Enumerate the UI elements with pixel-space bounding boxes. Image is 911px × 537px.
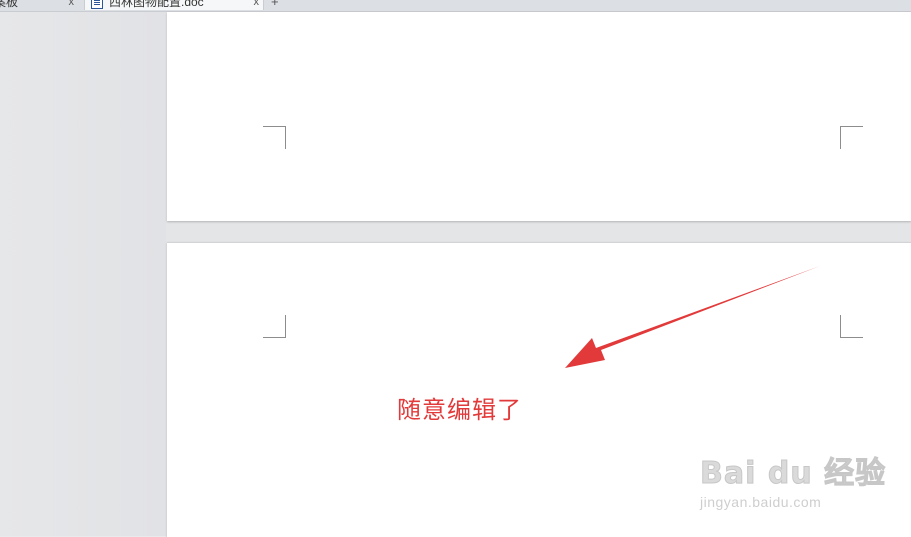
annotation-text: 随意编辑了 xyxy=(397,396,522,424)
baidu-jingyan-watermark: Bai du 经验 jingyan.baidu.com xyxy=(699,448,887,511)
watermark-logo: Bai du 经验 xyxy=(699,456,887,492)
watermark-url: jingyan.baidu.com xyxy=(700,494,822,510)
